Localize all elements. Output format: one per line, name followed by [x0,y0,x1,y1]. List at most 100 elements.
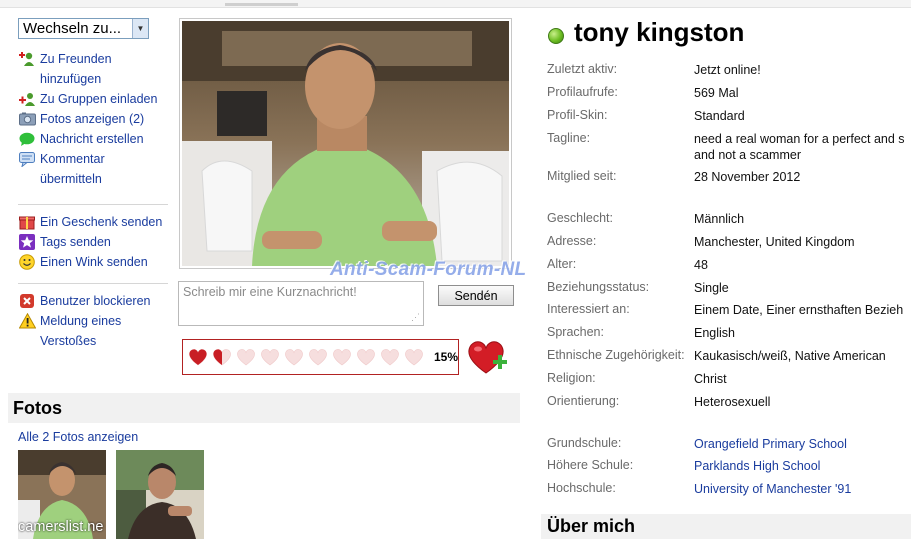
quick-message-placeholder: Schreib mir eine Kurznachricht! [183,285,357,299]
thumbnail-watermark: camerslist.ne [18,519,104,535]
detail-value: English [694,326,735,340]
action-menu-1: Zu Freunden hinzufügen Zu Gruppen einlad… [18,49,178,189]
resize-grip-icon[interactable]: ⋰ [411,312,420,323]
detail-value: Männlich [694,212,745,226]
detail-key: Mitglied seit: [547,169,617,183]
fotos-title: Fotos [13,397,62,418]
quick-message-input[interactable]: Schreib mir eine Kurznachricht! ⋰ [178,281,424,326]
detail-key: Interessiert an: [547,302,630,316]
school-link[interactable]: Orangefield Primary School [694,436,847,452]
send-gift-link[interactable]: Ein Geschenk senden [18,212,178,232]
warning-icon [18,312,36,330]
rating-heart-icon[interactable] [258,347,282,367]
detail-value: Heterosexuell [694,395,771,409]
navigation-select-value: Wechseln zu... [23,20,122,37]
rating-heart-icon[interactable] [378,347,402,367]
top-tab-indicator [225,3,298,6]
school-link[interactable]: University of Manchester '91 [694,481,851,497]
photos-icon [18,110,36,128]
message-bubble-icon [18,130,36,148]
detail-value-2: and not a scammer [694,148,801,162]
detail-key: Höhere Schule: [547,458,634,472]
add-friend-label-2[interactable]: hinzufügen [18,69,178,89]
detail-key: Hochschule: [547,481,616,495]
photo-thumbnail-2-image [116,450,204,539]
show-photos-label: Fotos anzeigen (2) [40,112,145,126]
comment-label: Kommentar [40,152,105,166]
send-gift-label: Ein Geschenk senden [40,215,163,229]
detail-value: Jetzt online! [694,63,761,77]
detail-value: Kaukasisch/weiß, Native American [694,349,886,363]
hearts-row [186,347,426,367]
detail-key: Sprachen: [547,325,604,339]
detail-value: need a real woman for a perfect and s [694,132,905,146]
group-invite-link[interactable]: Zu Gruppen einladen [18,89,178,109]
rating-heart-icon[interactable] [234,347,258,367]
send-wink-label: Einen Wink senden [40,255,148,269]
action-menu-3: Benutzer blockieren Meldung eines Versto… [18,291,178,351]
show-photos-link[interactable]: Fotos anzeigen (2) [18,109,178,129]
rating-heart-icon[interactable] [210,347,234,367]
add-friend-label: Zu Freunden [40,52,112,66]
write-message-label: Nachricht erstellen [40,132,144,146]
rating-heart-icon[interactable] [354,347,378,367]
detail-key: Alter: [547,257,577,271]
send-wink-link[interactable]: Einen Wink senden [18,252,178,272]
photo-thumbnail-2[interactable] [116,450,204,539]
show-all-photos-link[interactable]: Alle 2 Fotos anzeigen [18,430,138,444]
watermark-text: Anti-Scam-Forum-NL [330,259,527,280]
detail-value: Manchester, United Kingdom [694,235,855,249]
send-tags-link[interactable]: Tags senden [18,232,178,252]
add-friend-link[interactable]: Zu Freunden [18,49,178,69]
navigation-select[interactable]: Wechseln zu... ▼ [18,18,149,39]
rating-heart-icon[interactable] [306,347,330,367]
rating-heart-icon[interactable] [186,347,210,367]
send-button[interactable]: Sendén [438,285,514,306]
detail-value: Christ [694,372,727,386]
group-invite-icon [18,90,36,108]
write-message-link[interactable]: Nachricht erstellen [18,129,178,149]
profile-photo-image [182,21,509,266]
star-icon [18,233,36,251]
gift-icon [18,213,36,231]
rating-heart-icon[interactable] [402,347,426,367]
comment-icon [18,150,36,168]
report-label-2[interactable]: Verstoßes [18,331,178,351]
fotos-section-header: Fotos [8,393,520,423]
about-title: Über mich [547,516,636,536]
detail-value: 28 November 2012 [694,170,801,184]
smiley-icon [18,253,36,271]
profile-name: tony kingston [574,17,745,47]
detail-value: Einem Date, Einer ernsthaften Bezieh [694,303,904,317]
chevron-down-icon[interactable]: ▼ [132,19,148,38]
report-label: Meldung eines [40,314,122,328]
comment-label-2[interactable]: übermitteln [18,169,178,189]
about-section-header: Über mich [541,514,911,539]
add-friend-icon [18,50,36,68]
detail-key: Orientierung: [547,394,620,408]
rating-hearts[interactable]: 15% [182,339,459,375]
detail-key: Geschlecht: [547,211,614,225]
detail-value: 48 [694,258,708,272]
block-user-link[interactable]: Benutzer blockieren [18,291,178,311]
action-menu-2: Ein Geschenk senden Tags senden Einen Wi… [18,212,178,272]
block-icon [18,292,36,310]
detail-key: Ethnische Zugehörigkeit: [547,348,685,362]
photo-thumbnail-1[interactable]: camerslist.ne [18,450,106,539]
detail-value: 569 Mal [694,86,739,100]
report-link[interactable]: Meldung eines [18,311,178,331]
online-status-icon [548,28,564,44]
detail-key: Religion: [547,371,596,385]
add-heart-icon[interactable] [467,340,509,376]
detail-key: Beziehungsstatus: [547,280,650,294]
detail-value: Standard [694,109,745,123]
profile-photo[interactable] [179,18,512,269]
detail-key: Grundschule: [547,436,622,450]
school-link[interactable]: Parklands High School [694,458,820,474]
detail-value: Single [694,281,729,295]
detail-key: Zuletzt aktiv: [547,62,618,76]
comment-link[interactable]: Kommentar [18,149,178,169]
rating-heart-icon[interactable] [330,347,354,367]
rating-percent: 15% [434,350,459,364]
rating-heart-icon[interactable] [282,347,306,367]
